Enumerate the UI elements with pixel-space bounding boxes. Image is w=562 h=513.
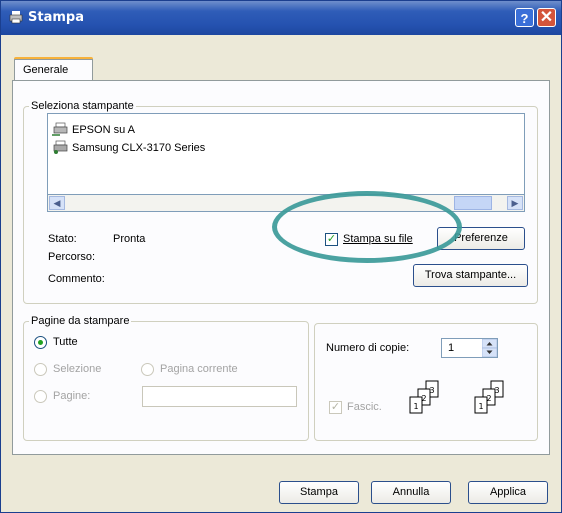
window-title: Stampa [28, 10, 84, 25]
cancel-button[interactable]: Annulla [371, 481, 451, 504]
help-button[interactable]: ? [515, 8, 534, 27]
radio-all-label[interactable]: Tutte [53, 336, 78, 348]
status-label: Stato: [48, 233, 77, 245]
copies-spinner[interactable] [482, 339, 497, 357]
location-label: Percorso: [48, 251, 96, 263]
pages-group: Pagine da stampare [23, 315, 309, 441]
comment-label: Commento: [48, 273, 105, 285]
radio-selected-dot [38, 340, 43, 345]
status-value: Pronta [113, 233, 146, 245]
print-button[interactable]: Stampa [279, 481, 359, 504]
radio-pages[interactable] [34, 390, 47, 403]
radio-selection-label[interactable]: Selezione [53, 363, 101, 375]
pages-group-legend: Pagine da stampare [31, 315, 130, 327]
copies-label: Numero di copie: [326, 342, 410, 354]
printer-item-label: EPSON su A [72, 124, 135, 136]
scroll-right-icon[interactable]: ▶ [507, 196, 523, 210]
collate-pages-icon: 3 2 1 [474, 380, 504, 414]
printer-icon [53, 140, 68, 154]
title-bar[interactable]: Stampa ? ✕ [1, 1, 561, 35]
tab-generale[interactable]: Generale [14, 59, 93, 81]
tab-label: Generale [23, 64, 69, 76]
radio-current-page-label[interactable]: Pagina corrente [160, 363, 238, 375]
radio-selection[interactable] [34, 363, 47, 376]
pages-input[interactable] [142, 386, 297, 407]
scroll-left-icon[interactable]: ◀ [49, 196, 65, 210]
svg-text:1: 1 [478, 402, 483, 411]
radio-current-page[interactable] [141, 363, 154, 376]
network-printer-icon [52, 122, 68, 136]
radio-all[interactable] [34, 336, 47, 349]
radio-pages-label[interactable]: Pagine: [53, 390, 90, 402]
svg-text:1: 1 [413, 402, 418, 411]
printer-icon [9, 11, 23, 24]
copies-value: 1 [448, 342, 455, 354]
collate-label[interactable]: Fascic. [347, 401, 382, 413]
collate-checkbox[interactable]: ✓ [329, 401, 342, 414]
print-dialog: Stampa ? ✕ Generale Seleziona stampante … [0, 0, 562, 513]
close-button[interactable]: ✕ [537, 8, 556, 27]
find-printer-button[interactable]: Trova stampante... [413, 264, 528, 287]
collate-pages-icon: 3 2 1 [409, 380, 439, 414]
printer-item-label: Samsung CLX-3170 Series [72, 142, 206, 154]
apply-button[interactable]: Applica [468, 481, 548, 504]
printer-group-legend: Seleziona stampante [31, 100, 134, 112]
scroll-thumb[interactable] [454, 196, 492, 210]
highlight-ellipse [272, 191, 462, 263]
